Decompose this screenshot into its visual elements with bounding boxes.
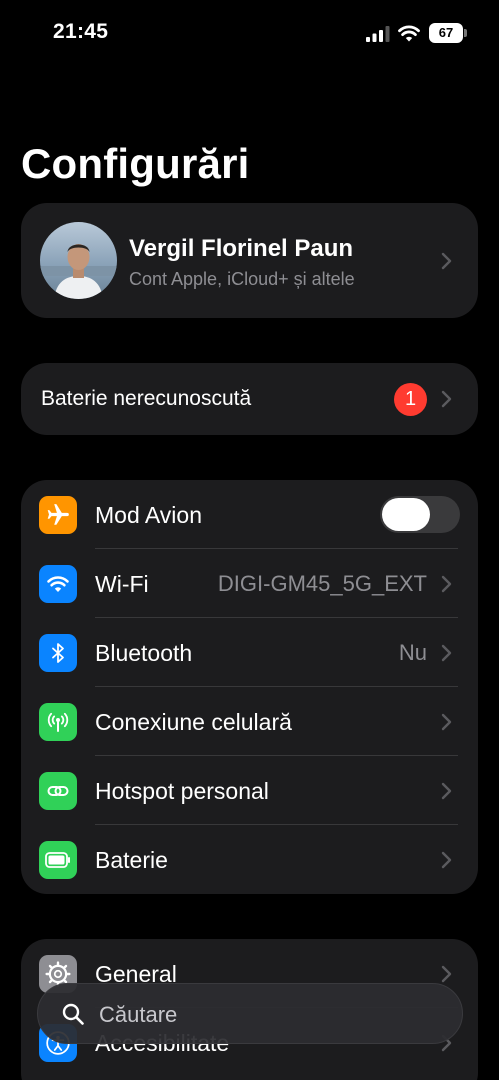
profile-subtitle: Cont Apple, iCloud+ și altele	[129, 269, 355, 289]
bluetooth-icon	[39, 634, 77, 672]
settings-row-cellular[interactable]: Conexiune celulară	[21, 687, 478, 756]
chevron-right-icon	[441, 575, 452, 593]
connectivity-settings-group: Mod Avion Wi-Fi DIGI-GM45_5G_EXT Bluetoo…	[21, 480, 478, 894]
chevron-right-icon	[441, 851, 452, 869]
alert-label: Baterie nerecunoscută	[41, 387, 252, 410]
page-title: Configurări	[21, 140, 250, 187]
chevron-right-icon	[441, 713, 452, 731]
unrecognized-battery-row[interactable]: Baterie nerecunoscută 1	[21, 363, 478, 435]
wifi-icon	[39, 565, 77, 603]
battery-level: 67	[429, 23, 463, 43]
chevron-right-icon	[441, 965, 452, 983]
chevron-right-icon	[441, 390, 452, 408]
bluetooth-status: Nu	[398, 640, 427, 665]
settings-row-bluetooth[interactable]: Bluetooth Nu	[21, 618, 478, 687]
chevron-right-icon	[441, 252, 452, 270]
cellular-antenna-icon	[39, 703, 77, 741]
search-input[interactable]: Căutare	[37, 983, 463, 1044]
status-time: 21:45	[53, 20, 109, 43]
airplane-icon	[39, 496, 77, 534]
battery-cap	[464, 29, 467, 37]
airplane-mode-toggle[interactable]	[380, 496, 460, 533]
settings-row-battery[interactable]: Baterie	[21, 825, 478, 894]
settings-row-airplane-mode: Mod Avion	[21, 480, 478, 549]
wifi-status-icon	[398, 25, 420, 42]
profile-name: Vergil Florinel Paun	[129, 235, 354, 262]
settings-row-label: Mod Avion	[95, 502, 202, 528]
settings-row-label: Wi-Fi	[95, 571, 149, 597]
status-bar: 21:45 67	[0, 0, 499, 60]
battery-status-icon: 67	[429, 23, 467, 43]
chevron-right-icon	[441, 644, 452, 662]
search-placeholder: Căutare	[99, 1002, 178, 1027]
settings-row-hotspot[interactable]: Hotspot personal	[21, 756, 478, 825]
hotspot-link-icon	[39, 772, 77, 810]
settings-row-label: Hotspot personal	[95, 778, 269, 804]
apple-account-row[interactable]: Vergil Florinel Paun Cont Apple, iCloud+…	[21, 203, 478, 318]
chevron-right-icon	[441, 782, 452, 800]
battery-icon	[39, 841, 77, 879]
avatar	[40, 222, 117, 299]
toggle-knob	[382, 498, 430, 531]
cellular-signal-icon	[366, 26, 390, 42]
notification-badge: 1	[394, 383, 427, 416]
settings-row-label: Baterie	[95, 847, 168, 873]
settings-row-label: Bluetooth	[95, 640, 193, 666]
settings-row-label: Conexiune celulară	[95, 709, 292, 735]
wifi-network-name: DIGI-GM45_5G_EXT	[217, 571, 427, 596]
search-icon	[62, 1003, 84, 1025]
settings-row-wifi[interactable]: Wi-Fi DIGI-GM45_5G_EXT	[21, 549, 478, 618]
